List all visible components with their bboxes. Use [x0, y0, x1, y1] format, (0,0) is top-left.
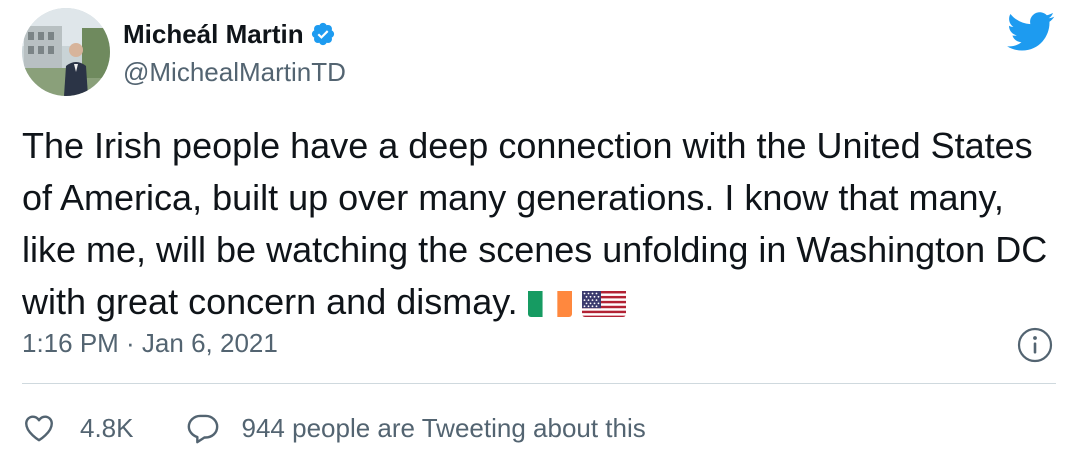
- tweet-timestamp[interactable]: 1:16 PM · Jan 6, 2021: [22, 328, 278, 359]
- avatar-photo: [22, 8, 110, 96]
- flag-ireland-icon: [527, 285, 572, 317]
- author-handle[interactable]: @MichealMartinTD: [123, 57, 346, 88]
- tweet-actions: 4.8K 944 people are Tweeting about this: [22, 408, 646, 448]
- display-name[interactable]: Micheál Martin: [123, 19, 304, 50]
- conversation-link[interactable]: 944 people are Tweeting about this: [242, 413, 646, 444]
- author-name-row[interactable]: Micheál Martin: [123, 17, 336, 51]
- tweet-text: The Irish people have a deep connection …: [22, 120, 1062, 328]
- heart-icon[interactable]: [22, 411, 56, 445]
- twitter-bird-icon[interactable]: [1006, 12, 1056, 52]
- info-icon[interactable]: [1017, 327, 1053, 363]
- verified-badge-icon: [310, 21, 336, 47]
- speech-bubble-icon[interactable]: [186, 411, 220, 445]
- like-count[interactable]: 4.8K: [80, 413, 134, 444]
- avatar[interactable]: [22, 8, 110, 96]
- divider: [22, 383, 1056, 384]
- tweet-card: Micheál Martin @MichealMartinTD The Iris…: [0, 0, 1082, 456]
- flag-usa-icon: [581, 285, 626, 317]
